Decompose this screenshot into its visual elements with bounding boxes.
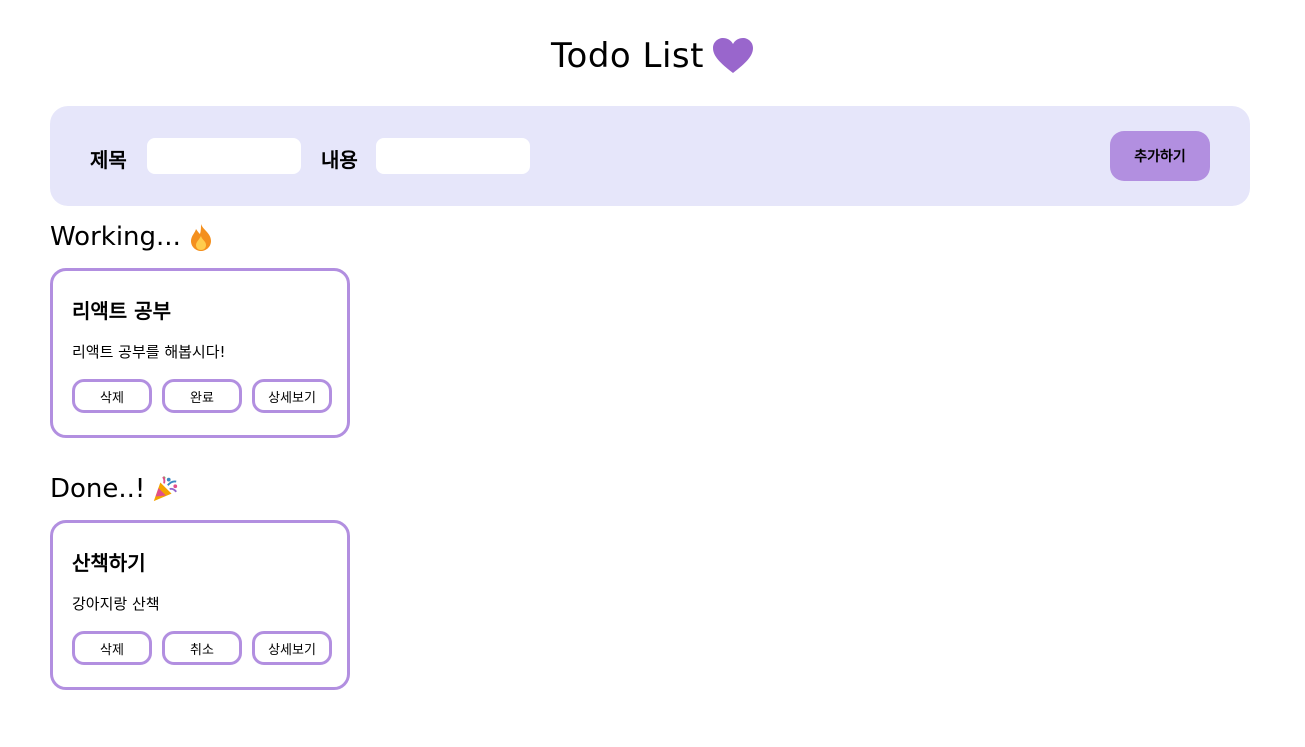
content-label: 내용 [321,148,358,172]
working-section-heading: Working... [50,222,215,252]
title-label: 제목 [90,148,127,172]
working-heading-text: Working... [50,222,181,252]
party-popper-icon [154,476,178,502]
complete-button[interactable]: 완료 [162,379,242,413]
page-title: Todo List [551,36,704,76]
cancel-button[interactable]: 취소 [162,631,242,665]
delete-button[interactable]: 삭제 [72,379,152,413]
done-section-heading: Done..! [50,474,179,504]
delete-button[interactable]: 삭제 [72,631,152,665]
detail-button[interactable]: 상세보기 [252,379,332,413]
todo-card-actions: 삭제 완료 상세보기 [72,379,332,413]
todo-app: Todo List 제목 내용 추가하기 Working... 리액트 공부 리… [0,0,1305,747]
todo-card-body: 강아지랑 산책 [72,595,160,613]
fire-icon [190,224,211,251]
heart-icon [712,38,753,73]
add-button[interactable]: 추가하기 [1110,131,1210,181]
done-heading-text: Done..! [50,474,146,504]
detail-button[interactable]: 상세보기 [252,631,332,665]
todo-card-actions: 삭제 취소 상세보기 [72,631,332,665]
title-input[interactable] [147,138,301,174]
page-header: Todo List [0,36,1305,76]
content-input[interactable] [376,138,530,174]
add-todo-form: 제목 내용 추가하기 [50,106,1250,206]
todo-card-working: 리액트 공부 리액트 공부를 해봅시다! 삭제 완료 상세보기 [50,268,350,438]
todo-card-title: 산책하기 [72,551,146,575]
todo-card-title: 리액트 공부 [72,299,171,323]
todo-card-body: 리액트 공부를 해봅시다! [72,343,226,361]
todo-card-done: 산책하기 강아지랑 산책 삭제 취소 상세보기 [50,520,350,690]
